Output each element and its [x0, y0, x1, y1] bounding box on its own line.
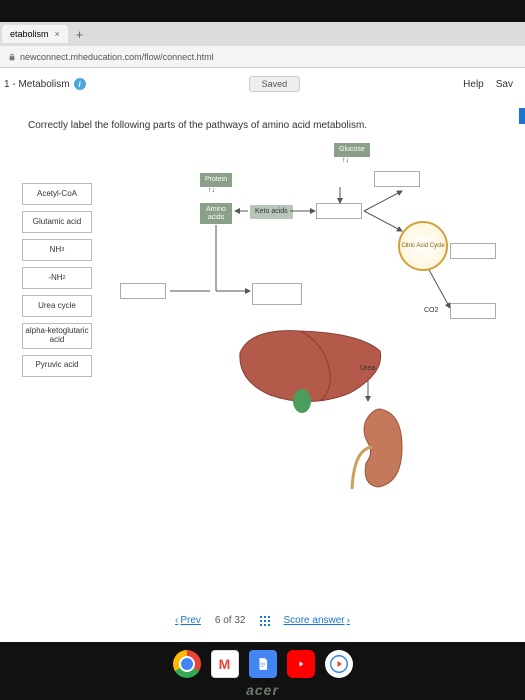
drag-glutamic-acid[interactable]: Glutamic acid [22, 211, 92, 233]
work-area: Acetyl-CoA Glutamic acid NH3 -NH2 Urea c… [0, 143, 525, 523]
question-nav: ‹Prev 6 of 32 Score answer› [0, 615, 525, 626]
grid-icon[interactable] [260, 616, 270, 626]
url-text: newconnect.mheducation.com/flow/connect.… [20, 52, 214, 62]
browser-tabs: etabolism × + [0, 22, 525, 46]
question-text: Correctly label the following parts of t… [0, 96, 525, 143]
drop-zone[interactable] [450, 243, 496, 259]
drag-acetyl-coa[interactable]: Acetyl-CoA [22, 183, 92, 205]
drop-zone[interactable] [450, 303, 496, 319]
play-icon[interactable] [325, 650, 353, 678]
drop-zone[interactable] [252, 283, 302, 305]
drag-alpha-keto[interactable]: alpha-ketoglutaric acid [22, 323, 92, 349]
docs-icon[interactable] [249, 650, 277, 678]
drag-nh3[interactable]: NH3 [22, 239, 92, 261]
prev-label: Prev [180, 615, 201, 626]
tab-title: etabolism [10, 29, 49, 39]
saved-badge: Saved [249, 76, 301, 92]
drop-zone[interactable] [120, 283, 166, 299]
position-text: 6 of 32 [215, 615, 246, 626]
url-bar[interactable]: newconnect.mheducation.com/flow/connect.… [0, 46, 525, 68]
label-co2: CO2 [424, 307, 438, 314]
browser-tab[interactable]: etabolism × [2, 25, 68, 43]
accent-bar [519, 108, 525, 124]
prev-button[interactable]: ‹Prev [175, 615, 201, 626]
lock-icon [8, 53, 16, 61]
score-label: Score answer [284, 615, 345, 626]
chrome-icon[interactable] [173, 650, 201, 678]
drag-urea-cycle[interactable]: Urea cycle [22, 295, 92, 317]
page-content: 1 - Metabolism i Saved Help Sav Correctl… [0, 68, 525, 642]
help-link[interactable]: Help [463, 79, 484, 90]
close-icon[interactable]: × [55, 29, 60, 39]
laptop-brand: acer [0, 682, 525, 698]
label-urea: Urea [360, 365, 375, 372]
score-answer-button[interactable]: Score answer› [284, 615, 350, 626]
gmail-icon[interactable]: M [211, 650, 239, 678]
drag-pyruvic[interactable]: Pyruvic acid [22, 355, 92, 377]
chapter-text: 1 - Metabolism [4, 79, 70, 90]
label-cac: Citric Acid Cycle [398, 221, 448, 271]
save-link[interactable]: Sav [496, 79, 513, 90]
chapter-title: 1 - Metabolism i [4, 78, 86, 90]
draggable-list: Acetyl-CoA Glutamic acid NH3 -NH2 Urea c… [22, 183, 92, 377]
kidney-illustration [348, 403, 408, 493]
info-icon[interactable]: i [74, 78, 86, 90]
new-tab-button[interactable]: + [68, 27, 92, 42]
os-dock: M [0, 650, 525, 678]
diagram: Glucose ↑↓ Protein ↑↓ Amino acids Keto a… [120, 143, 500, 523]
youtube-icon[interactable] [287, 650, 315, 678]
drag-nh2[interactable]: -NH2 [22, 267, 92, 289]
